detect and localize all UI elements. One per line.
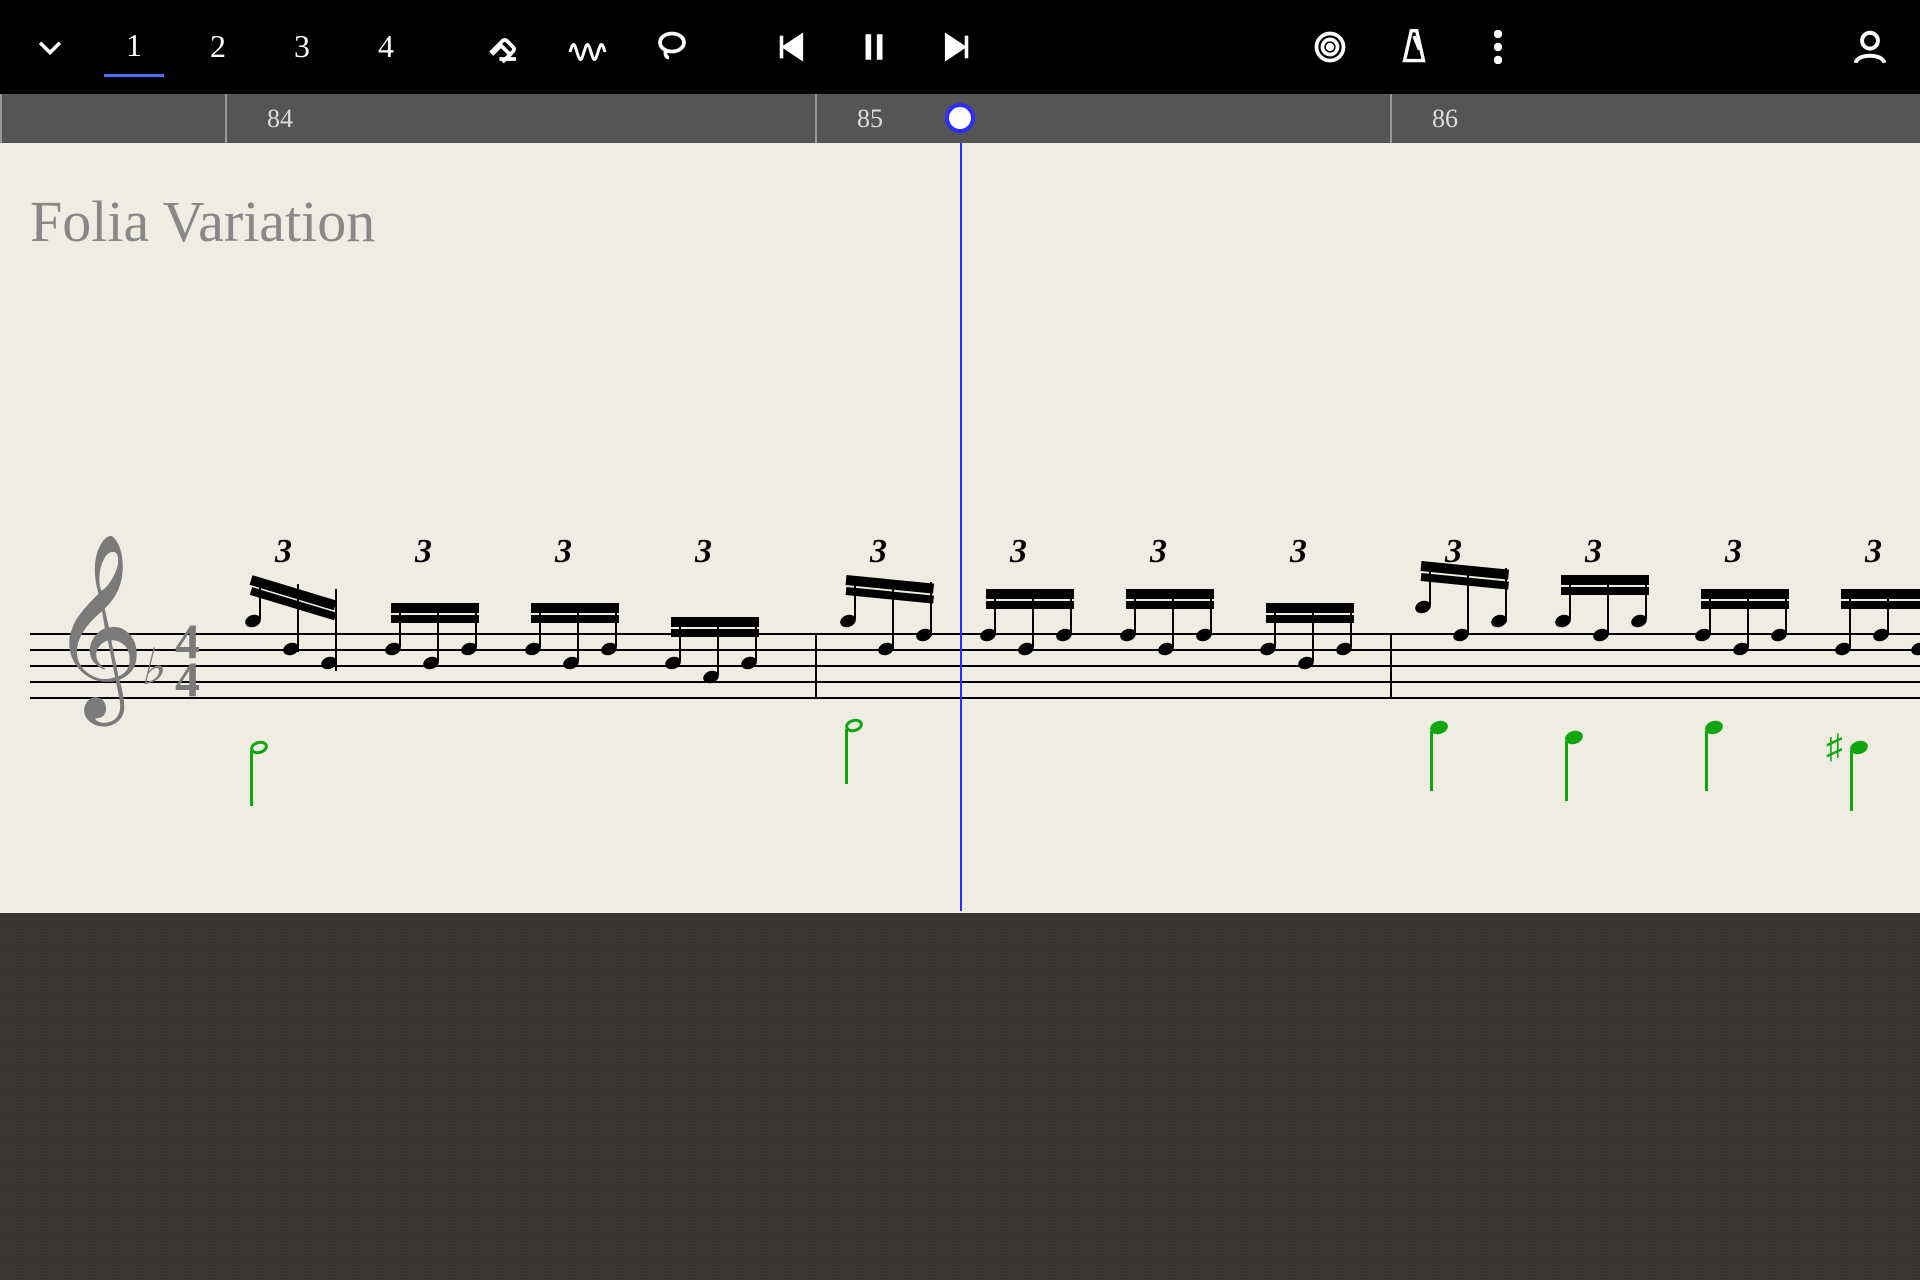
measure-marker[interactable]: 85: [815, 94, 1390, 143]
triplet-label: 3: [1290, 533, 1307, 571]
triplet-label: 3: [1585, 533, 1602, 571]
barline: [815, 633, 817, 699]
voice-2-button[interactable]: 2: [188, 17, 248, 77]
time-sig-den: 4: [175, 661, 200, 699]
triplet-label: 3: [1010, 533, 1027, 571]
record-disc-icon[interactable]: [1300, 17, 1360, 77]
treble-clef-icon: 𝄞: [50, 578, 145, 674]
playhead-handle[interactable]: [945, 103, 975, 133]
more-menu-icon[interactable]: [1468, 17, 1528, 77]
voice-3-button[interactable]: 3: [272, 17, 332, 77]
playhead-line: [960, 143, 962, 911]
triplet-label: 3: [1725, 533, 1742, 571]
triplet-label: 3: [695, 533, 712, 571]
key-signature: ♭: [140, 638, 164, 696]
piece-title: Folia Variation: [30, 188, 375, 255]
pause-icon[interactable]: [844, 17, 904, 77]
skip-forward-icon[interactable]: [928, 17, 988, 77]
handwriting-icon[interactable]: [558, 17, 618, 77]
triplet-label: 3: [1865, 533, 1882, 571]
time-signature: 4 4: [175, 623, 200, 698]
triplet-label: 3: [415, 533, 432, 571]
triplet-label: 3: [275, 533, 292, 571]
user-profile-icon[interactable]: [1840, 17, 1900, 77]
measure-marker[interactable]: [0, 94, 225, 143]
staff: [30, 633, 1920, 713]
bottom-panel: [0, 913, 1920, 1280]
sharp-accidental: ♯: [1826, 729, 1843, 767]
measure-marker[interactable]: 84: [225, 94, 815, 143]
metronome-icon[interactable]: [1384, 17, 1444, 77]
lasso-icon[interactable]: [642, 17, 702, 77]
measure-marker[interactable]: 86: [1390, 94, 1920, 143]
top-toolbar: 1 2 3 4: [0, 0, 1920, 93]
eraser-icon[interactable]: [474, 17, 534, 77]
triplet-label: 3: [555, 533, 572, 571]
voice-1-button[interactable]: 1: [104, 17, 164, 77]
collapse-chevron-icon[interactable]: [20, 17, 80, 77]
skip-back-icon[interactable]: [760, 17, 820, 77]
triplet-label: 3: [870, 533, 887, 571]
triplet-label: 3: [1150, 533, 1167, 571]
voice-4-button[interactable]: 4: [356, 17, 416, 77]
barline: [1390, 633, 1392, 699]
